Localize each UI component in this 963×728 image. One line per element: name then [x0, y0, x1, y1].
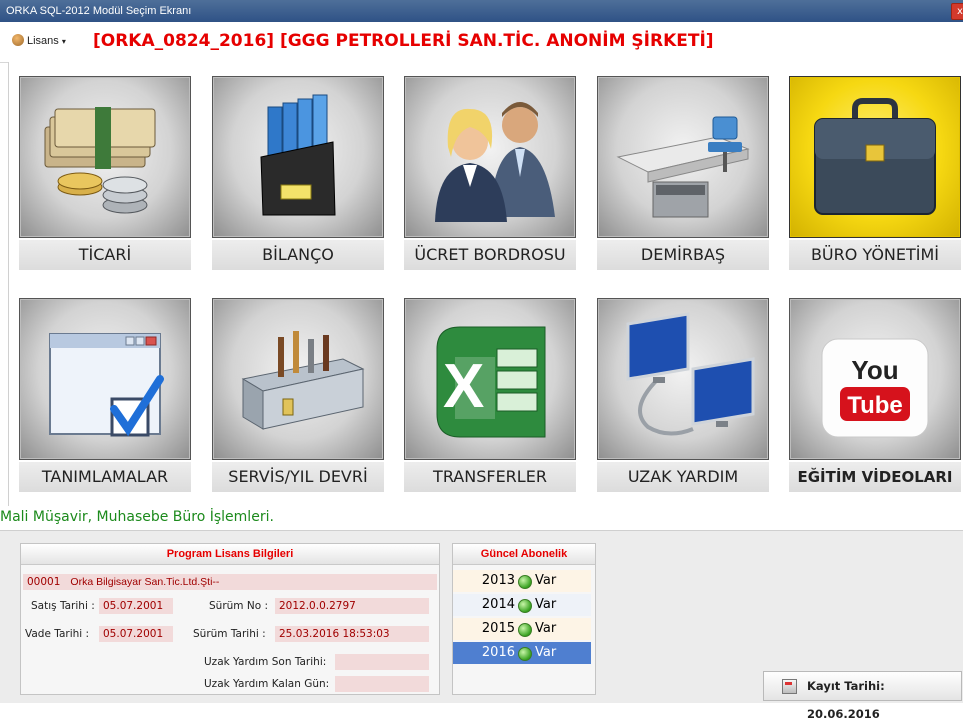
module-ucret-bordrosu[interactable]: ÜCRET BORDROSU: [404, 68, 576, 270]
license-company-row: 00001 Orka Bilgisayar San.Tic.Ltd.Şti--: [23, 574, 437, 590]
office-desk-icon: [616, 116, 750, 218]
uzak-kalan-label: Uzak Yardım Kalan Gün:: [204, 678, 330, 690]
abonelik-row-selected[interactable]: 2016 Var: [453, 642, 591, 664]
module-ticari[interactable]: TİCARİ: [19, 68, 191, 270]
toolbox-icon: [241, 331, 365, 430]
uzak-kalan-value: [335, 676, 429, 692]
year: 2014: [481, 597, 515, 612]
header-bar: Lisans ▾ [ORKA_0824_2016] [GGG PETROLLER…: [0, 22, 963, 63]
window-checkmark-icon: [49, 333, 164, 437]
module-tanimlamalar[interactable]: TANIMLAMALAR: [19, 290, 191, 492]
kayit-tarihi-button[interactable]: Kayıt Tarihi: 20.06.2016: [763, 671, 962, 721]
module-label: TRANSFERLER: [404, 462, 576, 492]
module-label: BİLANÇO: [212, 240, 384, 270]
kayit-tarihi-text: Kayıt Tarihi: 20.06.2016: [807, 679, 885, 721]
uzak-son-label: Uzak Yardım Son Tarihi:: [204, 656, 327, 668]
module-tile[interactable]: [404, 76, 576, 238]
module-grid: TİCARİ BİLANÇO ÜCRET BORDROSU DEMİRBAŞ B…: [8, 62, 963, 506]
status-ok-icon: [518, 599, 532, 613]
status-ok-icon: [518, 575, 532, 589]
status-text: Mali Müşavir, Muhasebe Büro İşlemleri.: [0, 509, 274, 525]
youtube-icon: You Tube: [821, 338, 929, 438]
youtube-tube-text: Tube: [847, 392, 903, 419]
module-label: TİCARİ: [19, 240, 191, 270]
module-servis-yil-devri[interactable]: SERVİS/YIL DEVRİ: [212, 290, 384, 492]
module-bilanco[interactable]: BİLANÇO: [212, 68, 384, 270]
module-tile[interactable]: [19, 76, 191, 238]
abonelik-status: Var: [535, 645, 557, 660]
abonelik-status: Var: [535, 573, 557, 588]
module-label: DEMİRBAŞ: [597, 240, 769, 270]
vade-value: 05.07.2001: [99, 626, 173, 642]
people-icon: [435, 102, 555, 222]
license-panel-header: Program Lisans Bilgileri: [21, 544, 439, 565]
abonelik-panel: Güncel Abonelik 2013 Var 2014 Var 2015 V…: [452, 543, 596, 695]
module-label: SERVİS/YIL DEVRİ: [212, 462, 384, 492]
satis-value: 05.07.2001: [99, 598, 173, 614]
module-transferler[interactable]: X TRANSFERLER: [404, 290, 576, 492]
info-area: Program Lisans Bilgileri 00001 Orka Bilg…: [0, 530, 963, 721]
surum-tarihi-label: Sürüm Tarihi :: [193, 628, 266, 640]
status-ok-icon: [518, 647, 532, 661]
user-key-icon: [12, 34, 24, 46]
vade-label: Vade Tarihi :: [25, 628, 90, 640]
status-ok-icon: [518, 623, 532, 637]
money-stack-icon: [44, 107, 156, 214]
module-tile[interactable]: [597, 298, 769, 460]
company-title: [ORKA_0824_2016] [GGG PETROLLERİ SAN.TİC…: [93, 31, 714, 51]
abonelik-row[interactable]: 2013 Var: [453, 570, 591, 592]
module-tile[interactable]: You Tube: [789, 298, 961, 460]
module-tile[interactable]: [212, 298, 384, 460]
module-label: BÜRO YÖNETİMİ: [789, 240, 961, 270]
youtube-you-text: You: [851, 355, 898, 385]
module-egitim-videolari[interactable]: You Tube EĞİTİM VİDEOLARI: [789, 290, 961, 492]
module-tile[interactable]: X: [404, 298, 576, 460]
module-buro-yonetimi[interactable]: BÜRO YÖNETİMİ: [789, 68, 961, 270]
module-tile[interactable]: [19, 298, 191, 460]
module-tile[interactable]: [789, 76, 961, 238]
year: 2015: [481, 621, 515, 636]
uzak-son-value: [335, 654, 429, 670]
abonelik-row[interactable]: 2014 Var: [453, 594, 591, 616]
abonelik-row[interactable]: 2015 Var: [453, 618, 591, 640]
lisans-dropdown-button[interactable]: Lisans ▾: [12, 34, 66, 47]
calendar-icon: [782, 679, 797, 694]
surum-no-label: Sürüm No :: [209, 600, 269, 612]
abonelik-panel-header: Güncel Abonelik: [453, 544, 595, 565]
surum-tarihi-value: 25.03.2016 18:53:03: [275, 626, 429, 642]
lisans-label: Lisans: [27, 35, 59, 47]
window-titlebar: ORKA SQL-2012 Modül Seçim Ekranı x: [0, 0, 963, 22]
module-uzak-yardim[interactable]: UZAK YARDIM: [597, 290, 769, 492]
license-code: 00001: [27, 576, 61, 588]
chevron-down-icon: ▾: [61, 37, 66, 46]
briefcase-icon: [814, 98, 936, 215]
abonelik-status: Var: [535, 621, 557, 636]
license-panel: Program Lisans Bilgileri 00001 Orka Bilg…: [20, 543, 440, 695]
module-tile[interactable]: [597, 76, 769, 238]
satis-label: Satış Tarihi :: [31, 600, 95, 612]
module-label: TANIMLAMALAR: [19, 462, 191, 492]
module-label: EĞİTİM VİDEOLARI: [789, 462, 961, 492]
module-label: UZAK YARDIM: [597, 462, 769, 492]
year: 2013: [481, 573, 515, 588]
binder-folders-icon: [260, 94, 336, 216]
remote-computers-icon: [626, 312, 755, 436]
abonelik-status: Var: [535, 597, 557, 612]
license-company: Orka Bilgisayar San.Tic.Ltd.Şti--: [70, 576, 220, 588]
year: 2016: [481, 645, 515, 660]
excel-icon: X: [436, 326, 546, 438]
surum-no-value: 2012.0.0.2797: [275, 598, 429, 614]
module-demirbas[interactable]: DEMİRBAŞ: [597, 68, 769, 270]
window-title: ORKA SQL-2012 Modül Seçim Ekranı: [6, 5, 192, 17]
svg-text:X: X: [443, 352, 484, 421]
module-label: ÜCRET BORDROSU: [404, 240, 576, 270]
module-tile[interactable]: [212, 76, 384, 238]
close-icon[interactable]: x: [951, 3, 963, 20]
